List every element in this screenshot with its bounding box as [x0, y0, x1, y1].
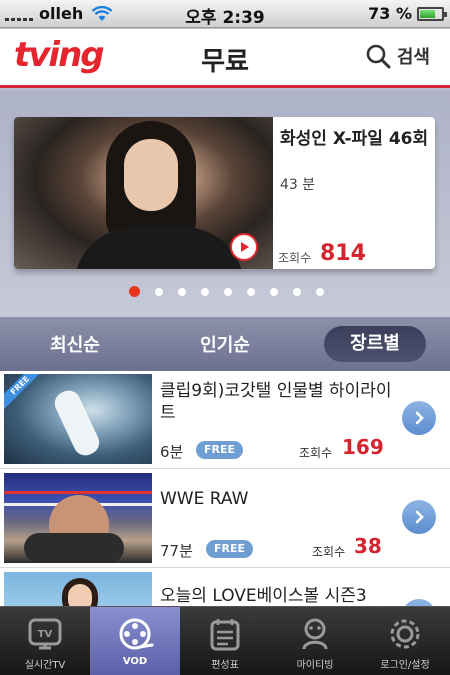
signal-strength-icon: [5, 7, 33, 21]
tab-schedule[interactable]: 편성표: [180, 607, 270, 675]
vod-list: FREE 클립9회)코갓탤 인물별 하이라이트 6분 FREE 조회수 169 …: [0, 371, 450, 606]
tab-vod[interactable]: VOD: [90, 607, 180, 675]
wifi-icon: [91, 5, 113, 21]
carrier-name: olleh: [39, 4, 84, 23]
tab-label: VOD: [122, 656, 148, 667]
free-badge: FREE: [206, 540, 254, 558]
featured-title: 화성인 X-파일 46회: [280, 129, 429, 149]
list-item-title: 클립9회)코갓탤 인물별 하이라이트: [160, 381, 392, 423]
list-item[interactable]: FREE 클립9회)코갓탤 인물별 하이라이트 6분 FREE 조회수 169: [0, 371, 450, 469]
pager-dot[interactable]: [223, 288, 232, 296]
free-ribbon: FREE: [4, 374, 46, 411]
list-item-views-label: 조회수: [312, 545, 346, 559]
list-item-thumbnail[interactable]: [4, 473, 152, 563]
list-item[interactable]: WWE RAW 77분 FREE 조회수 38: [0, 470, 450, 568]
search-icon: [366, 44, 391, 69]
chevron-right-icon[interactable]: [402, 500, 436, 534]
list-item-view-count: 38: [354, 534, 382, 558]
pager-dot[interactable]: [292, 288, 301, 296]
tab-latest[interactable]: 최신순: [0, 331, 150, 357]
featured-card[interactable]: 화성인 X-파일 46회 43 분 조회수 814: [14, 117, 435, 269]
tab-my-tving[interactable]: 마이티빙: [270, 607, 360, 675]
play-icon[interactable]: [230, 233, 258, 261]
featured-views-label: 조회수: [278, 251, 312, 265]
tab-label: 편성표: [211, 660, 239, 671]
pager-dot[interactable]: [177, 288, 186, 296]
search-button[interactable]: 검색: [365, 43, 430, 69]
film-reel-icon: [119, 618, 154, 650]
list-item-views-label: 조회수: [299, 446, 333, 460]
tab-label: 로그인/설정: [380, 660, 430, 671]
pager-dot[interactable]: [246, 288, 255, 296]
list-item-title: 오늘의 LOVE베이스볼 시즌3: [160, 586, 367, 606]
status-bar: olleh 오후 2:39 73 %: [0, 0, 450, 28]
carousel-pager[interactable]: [0, 286, 450, 297]
pager-dot[interactable]: [128, 286, 140, 297]
my-tving-icon: [302, 618, 328, 650]
search-label: 검색: [396, 47, 430, 68]
tab-live-tv[interactable]: TV 실시간TV: [0, 607, 90, 675]
bottom-tab-bar: TV 실시간TV VOD 편성표 마이티빙 로그인/설정: [0, 606, 450, 675]
list-item-duration: 6분: [160, 443, 184, 461]
schedule-icon: [210, 619, 240, 651]
tv-icon: TV: [28, 618, 62, 650]
free-badge: FREE: [196, 441, 244, 459]
featured-carousel[interactable]: 화성인 X-파일 46회 43 분 조회수 814: [0, 91, 450, 317]
app-header: tving 무료 검색: [0, 29, 450, 88]
featured-thumbnail[interactable]: [14, 117, 273, 269]
battery-percent: 73 %: [368, 4, 412, 23]
svg-text:TV: TV: [38, 629, 53, 640]
sort-tabs: 최신순 인기순 장르별: [0, 317, 450, 371]
list-item[interactable]: 오늘의 LOVE베이스볼 시즌3: [0, 569, 450, 606]
tab-genre[interactable]: 장르별: [324, 326, 426, 362]
tab-label: 마이티빙: [296, 660, 334, 671]
pager-dot[interactable]: [154, 288, 163, 296]
tab-label: 실시간TV: [24, 660, 66, 671]
list-item-thumbnail[interactable]: [4, 572, 152, 606]
chevron-right-icon[interactable]: [402, 599, 436, 606]
list-item-view-count: 169: [342, 435, 384, 459]
chevron-right-icon[interactable]: [402, 401, 436, 435]
pager-dot[interactable]: [269, 288, 278, 296]
list-item-thumbnail[interactable]: FREE: [4, 374, 152, 464]
tab-popular[interactable]: 인기순: [150, 331, 300, 357]
tab-login-settings[interactable]: 로그인/설정: [360, 607, 450, 675]
featured-view-count: 814: [320, 241, 366, 266]
pager-dot[interactable]: [315, 288, 324, 296]
gear-icon: [390, 619, 420, 649]
featured-duration: 43 분: [280, 177, 316, 193]
pager-dot[interactable]: [200, 288, 209, 296]
list-item-title: WWE RAW: [160, 489, 249, 509]
list-item-duration: 77분: [160, 542, 193, 560]
battery-icon: [417, 7, 447, 21]
